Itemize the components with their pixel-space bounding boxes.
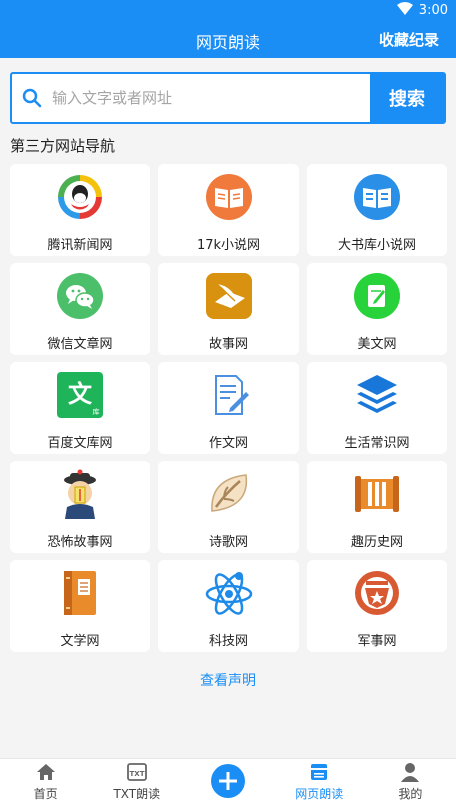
site-label: 恐怖故事网 [47, 535, 113, 550]
site-tile-tech[interactable]: 科技网 [158, 560, 299, 652]
site-tile-horror[interactable]: 恐怖故事网 [10, 461, 150, 553]
site-grid: 腾讯新闻网 17k小说网 大书库小说网 微信文章网 故事网 美文网 文 库 百度… [10, 164, 447, 652]
site-label: 百度文库网 [47, 436, 113, 451]
military-badge-icon [352, 568, 402, 618]
svg-text:文: 文 [68, 380, 93, 408]
nav-web-read[interactable]: 网页朗读 [274, 759, 365, 806]
site-label: 美文网 [357, 337, 397, 352]
book-library-icon [352, 172, 402, 222]
tencent-news-icon [55, 172, 105, 222]
search-icon [12, 74, 52, 122]
status-bar: 3:00 [0, 0, 456, 20]
document-pen-icon [204, 370, 254, 420]
site-tile-wechat[interactable]: 微信文章网 [10, 263, 150, 355]
scroll-icon [352, 469, 402, 519]
site-tile-literature[interactable]: 文学网 [10, 560, 150, 652]
story-quill-icon [204, 271, 254, 321]
web-page-icon [310, 761, 328, 783]
site-tile-story[interactable]: 故事网 [158, 263, 299, 355]
favorites-history-button[interactable]: 收藏纪录 [379, 29, 439, 50]
site-tile-poetry[interactable]: 诗歌网 [158, 461, 299, 553]
stack-layers-icon [352, 370, 402, 420]
site-label: 故事网 [208, 337, 248, 352]
site-label: 生活常识网 [344, 436, 410, 451]
search-input[interactable] [52, 74, 370, 122]
site-tile-baidu-wenku[interactable]: 文 库 百度文库网 [10, 362, 150, 454]
poetry-leaf-icon [204, 469, 254, 519]
user-icon [401, 761, 420, 783]
qing-official-icon [55, 469, 105, 519]
site-label: 科技网 [208, 634, 248, 649]
site-tile-life-tips[interactable]: 生活常识网 [307, 362, 447, 454]
nav-label: 首页 [33, 787, 58, 801]
site-label: 17k小说网 [196, 238, 261, 253]
plus-circle-icon [211, 764, 245, 801]
notebook-pen-icon [352, 271, 402, 321]
site-label: 腾讯新闻网 [47, 238, 113, 253]
site-label: 军事网 [357, 634, 397, 649]
nav-label: TXT朗读 [113, 787, 161, 801]
nav-home[interactable]: 首页 [0, 759, 91, 806]
site-label: 趣历史网 [350, 535, 403, 550]
site-tile-dashuku[interactable]: 大书库小说网 [307, 164, 447, 256]
nav-txt-read[interactable]: TXT TXT朗读 [91, 759, 182, 806]
site-tile-military[interactable]: 军事网 [307, 560, 447, 652]
wechat-icon [55, 271, 105, 321]
site-label: 作文网 [208, 436, 248, 451]
search-button[interactable]: 搜索 [370, 74, 444, 122]
baidu-wenku-icon: 文 库 [55, 370, 105, 420]
site-tile-meiwen[interactable]: 美文网 [307, 263, 447, 355]
view-statement-link[interactable]: 查看声明 [0, 670, 456, 690]
nav-mine[interactable]: 我的 [365, 759, 456, 806]
site-tile-17k[interactable]: 17k小说网 [158, 164, 299, 256]
search-bar: 搜索 [10, 72, 446, 124]
open-book-icon [204, 172, 254, 222]
site-label: 文学网 [60, 634, 100, 649]
atom-icon [204, 568, 254, 618]
site-tile-zuowen[interactable]: 作文网 [158, 362, 299, 454]
app-header: 网页朗读 收藏纪录 [0, 20, 456, 58]
bottom-nav: 首页 TXT TXT朗读 网页朗读 我的 [0, 758, 456, 806]
svg-text:TXT: TXT [129, 770, 144, 778]
home-icon [36, 761, 56, 783]
svg-text:库: 库 [93, 407, 100, 416]
status-time: 3:00 [418, 3, 448, 18]
site-label: 大书库小说网 [337, 238, 416, 253]
nav-label: 网页朗读 [295, 787, 344, 801]
site-tile-history[interactable]: 趣历史网 [307, 461, 447, 553]
site-label: 微信文章网 [47, 337, 113, 352]
literature-book-icon [55, 568, 105, 618]
section-title: 第三方网站导航 [10, 137, 116, 155]
site-tile-tencent-news[interactable]: 腾讯新闻网 [10, 164, 150, 256]
nav-label: 我的 [398, 787, 423, 801]
txt-file-icon: TXT [126, 761, 147, 783]
site-label: 诗歌网 [208, 535, 248, 550]
wifi-icon [396, 2, 413, 19]
nav-add-button[interactable] [182, 759, 273, 806]
